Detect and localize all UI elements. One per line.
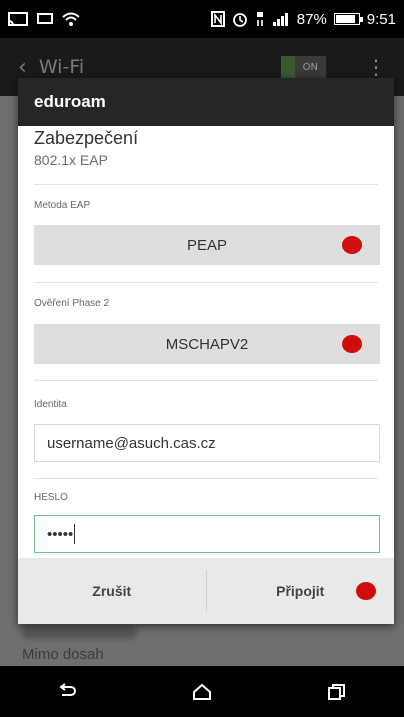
cancel-button-label: Zrušit (92, 583, 132, 599)
battery-icon (333, 13, 363, 25)
blurred-network-name (22, 625, 137, 639)
data-arrows-icon (256, 12, 263, 26)
red-marker (342, 236, 362, 254)
divider (34, 184, 378, 185)
dialog-body[interactable]: Zabezpečení 802.1x EAP Metoda EAP PEAP O… (18, 126, 394, 558)
identity-value: username@asuch.cas.cz (47, 434, 216, 452)
security-value: 802.1x EAP (34, 152, 108, 168)
dialog-title: eduroam (18, 78, 394, 126)
screen-title: Wi-Fi (38, 56, 85, 78)
eap-method-dropdown[interactable]: PEAP (34, 225, 380, 265)
identity-label: Identita (34, 399, 67, 410)
dialog-buttons: Zrušit Připojit (18, 558, 394, 624)
back-nav-icon[interactable] (47, 682, 87, 701)
phase2-auth-label: Ověření Phase 2 (34, 298, 110, 309)
battery-percent: 87% (296, 10, 327, 28)
phase2-auth-dropdown[interactable]: MSCHAPV2 (34, 324, 380, 364)
nfc-icon (210, 11, 225, 27)
connect-button[interactable]: Připojit (207, 558, 395, 624)
eap-method-label: Metoda EAP (34, 200, 91, 211)
password-field[interactable]: ••••• (34, 515, 380, 553)
wifi-icon (62, 12, 80, 26)
alarm-icon (232, 13, 247, 27)
connect-button-label: Připojit (276, 583, 325, 599)
phase2-auth-value: MSCHAPV2 (165, 335, 249, 353)
back-chevron-icon[interactable]: ‹ (18, 55, 27, 80)
eap-method-value: PEAP (186, 236, 228, 254)
recents-nav-icon[interactable] (317, 683, 357, 701)
cancel-button[interactable]: Zrušit (18, 558, 206, 624)
password-value: ••••• (47, 525, 74, 543)
navigation-bar (0, 666, 404, 717)
network-status: Mimo dosah (22, 646, 104, 663)
overflow-menu-icon[interactable]: ⋮ (366, 55, 386, 79)
wifi-toggle[interactable]: ON (280, 56, 326, 78)
wifi-dialog: eduroam Zabezpečení 802.1x EAP Metoda EA… (18, 78, 394, 624)
security-label: Zabezpečení (34, 128, 139, 148)
text-caret (74, 524, 76, 544)
red-marker (356, 582, 376, 600)
password-label: HESLO (34, 492, 68, 503)
status-bar: 87% 9:51 (0, 0, 404, 38)
divider (34, 380, 378, 381)
clock: 9:51 (366, 10, 396, 28)
red-marker (342, 335, 362, 353)
identity-field[interactable]: username@asuch.cas.cz (34, 424, 380, 462)
cast-icon (8, 12, 28, 26)
screen-icon (37, 13, 53, 24)
divider (34, 282, 378, 283)
home-nav-icon[interactable] (182, 683, 222, 701)
toggle-label: ON (302, 61, 318, 73)
divider (34, 478, 378, 479)
signal-icon (272, 13, 288, 26)
toggle-indicator (280, 56, 295, 78)
